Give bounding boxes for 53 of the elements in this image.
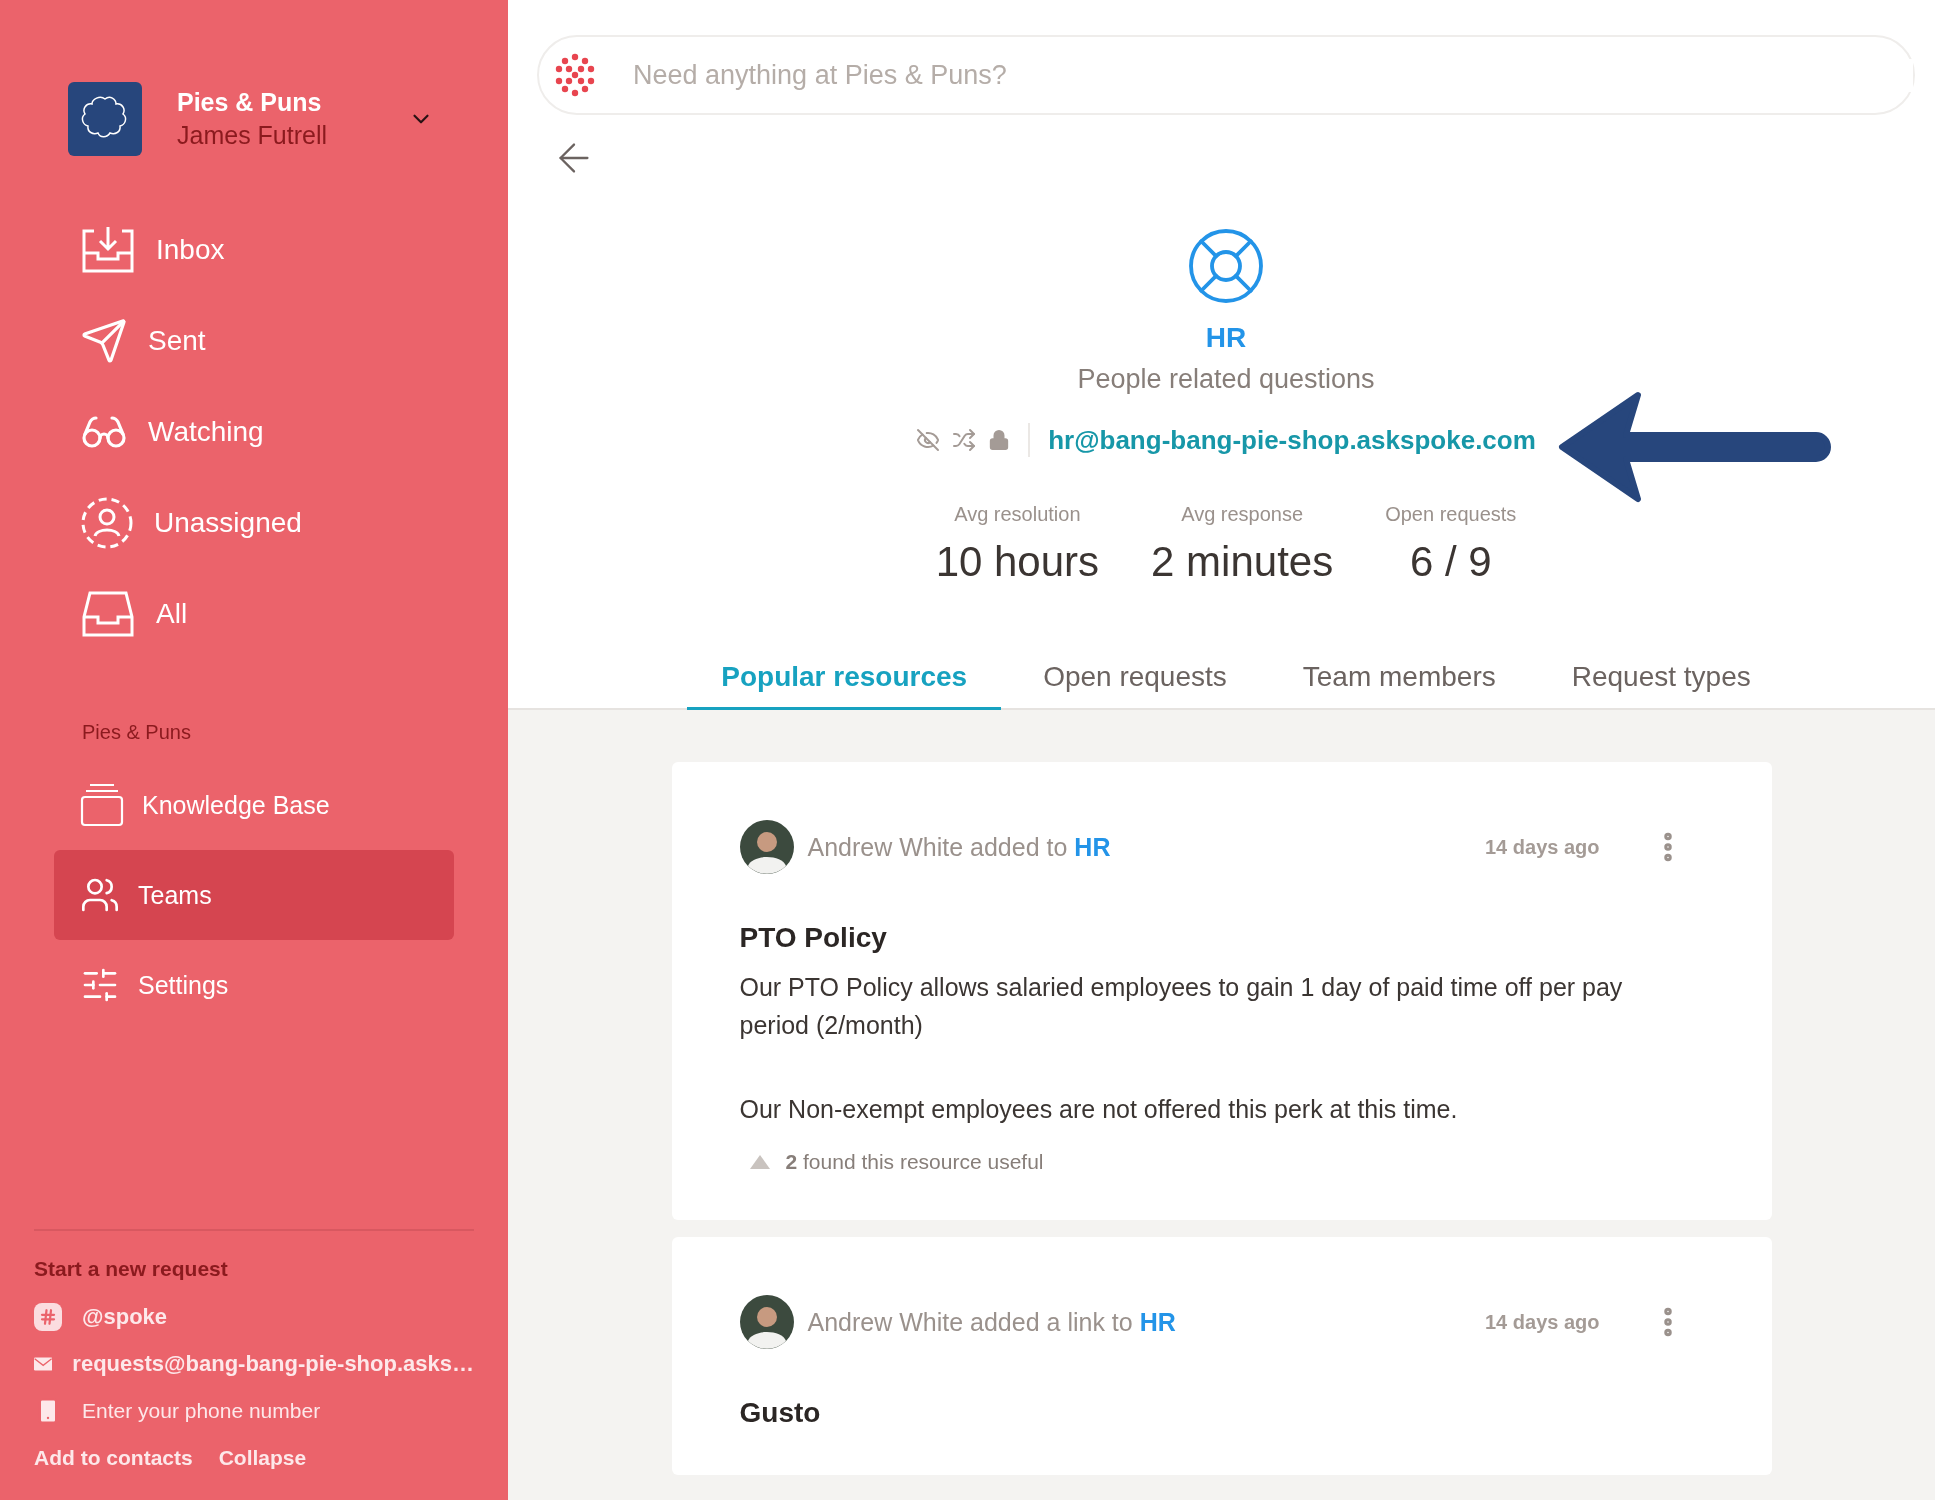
- org-name: Pies & Puns: [177, 88, 323, 117]
- stat-label: Avg response: [1181, 503, 1304, 526]
- team-email-link[interactable]: hr@bang-bang-pie-shop.askspoke.com: [1048, 424, 1536, 456]
- slack-icon: [34, 1302, 62, 1331]
- tab[interactable]: Open requests: [1009, 661, 1261, 710]
- channel-link[interactable]: requests@bang-bang-pie-shop.asks…: [72, 1350, 474, 1377]
- team-link[interactable]: HR: [1074, 832, 1111, 861]
- stat-label: Avg resolution: [954, 503, 1081, 526]
- stat-value: 6 / 9: [1409, 538, 1492, 586]
- stat-value: 10 hours: [935, 538, 1100, 586]
- dots-logo-icon: [553, 53, 597, 97]
- channel-link[interactable]: @spoke: [82, 1303, 168, 1330]
- tab[interactable]: Request types: [1537, 661, 1785, 710]
- lock-icon: [988, 429, 1011, 451]
- eye-off-icon: [916, 428, 941, 452]
- stat-label: Open requests: [1385, 503, 1517, 526]
- section-title: Start a new request: [34, 1257, 229, 1281]
- avatar: [739, 1295, 794, 1349]
- shuffle-icon: [952, 428, 977, 452]
- inbox-icon: [80, 224, 136, 275]
- nav-item[interactable]: All: [54, 568, 454, 659]
- nav-item[interactable]: Watching: [54, 386, 454, 477]
- useful-count: 2 found this resource useful: [785, 1150, 1044, 1174]
- activity-text: Andrew White added a link to HR: [807, 1307, 1177, 1337]
- timestamp: 14 days ago: [1485, 835, 1600, 859]
- nav-item[interactable]: Sent: [54, 295, 454, 386]
- team-name: HR: [1205, 322, 1247, 354]
- timestamp: 14 days ago: [1485, 1310, 1600, 1334]
- nav-item[interactable]: Settings: [54, 940, 454, 1030]
- tab[interactable]: Team members: [1268, 661, 1530, 710]
- nav-item[interactable]: Knowledge Base: [54, 760, 454, 850]
- section-label: Pies & Puns: [82, 721, 192, 744]
- resource-text: Our Non-exempt employees are not offered this perk at this time.: [739, 1094, 1459, 1125]
- nav-item[interactable]: Teams: [54, 850, 454, 940]
- phone-input[interactable]: Enter your phone number: [82, 1398, 412, 1423]
- footer-link[interactable]: Collapse: [218, 1446, 307, 1470]
- search-field[interactable]: Need anything at Pies & Puns?: [537, 35, 1915, 115]
- resource-text: Our PTO Policy allows salaried employees to gain 1 day of paid time off per pay period (2/month): [739, 972, 1624, 1041]
- upvote-icon[interactable]: [749, 1155, 770, 1169]
- resource-title: Gusto: [739, 1397, 822, 1429]
- paper-plane-icon: [80, 316, 128, 365]
- nav-item[interactable]: Inbox: [54, 204, 454, 295]
- user-dashed-circle-icon: [80, 495, 134, 550]
- resource-title: PTO Policy: [739, 922, 888, 954]
- stat-value: 2 minutes: [1151, 538, 1334, 586]
- user-name: James Futrell: [177, 121, 329, 150]
- team-description: People related questions: [1077, 364, 1375, 395]
- nav-item[interactable]: Unassigned: [54, 477, 454, 568]
- activity-text: Andrew White added to HR: [807, 832, 1112, 862]
- avatar: [739, 820, 794, 874]
- footer-link[interactable]: Add to contacts: [34, 1446, 193, 1470]
- stack-icon: [80, 783, 124, 827]
- team-link[interactable]: HR: [1139, 1307, 1176, 1336]
